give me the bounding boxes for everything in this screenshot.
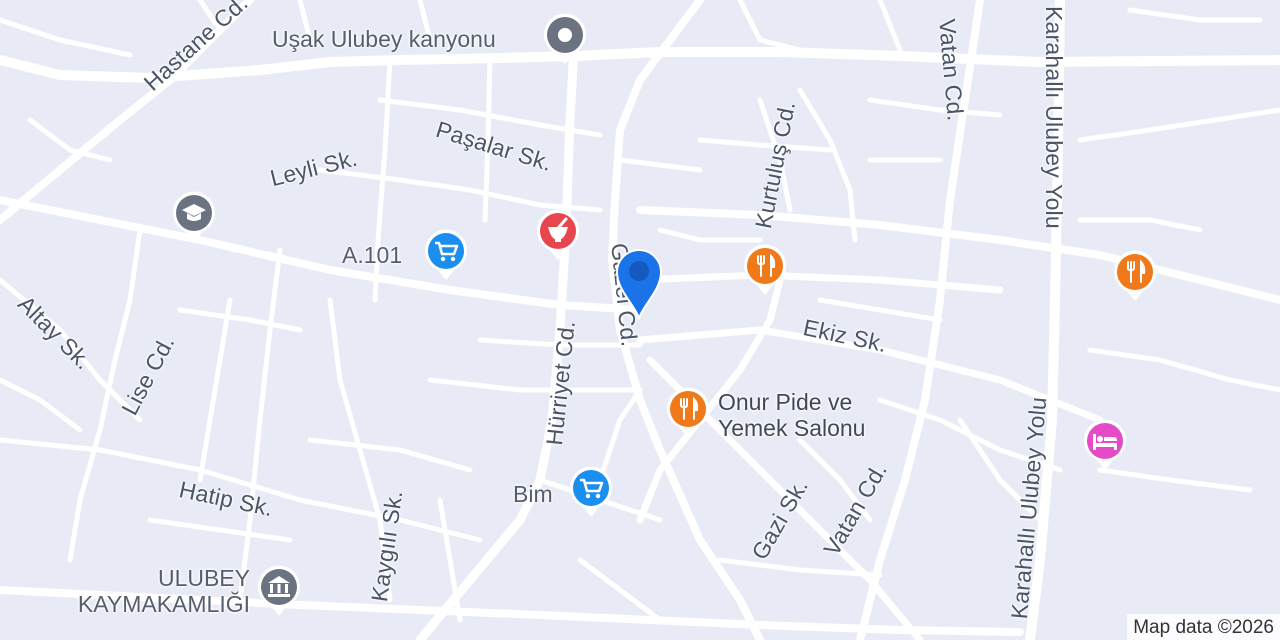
hotel-pin[interactable] bbox=[1082, 418, 1128, 472]
fork-knife-icon bbox=[1114, 250, 1156, 301]
fork-knife-icon bbox=[667, 387, 709, 438]
graduation-cap-icon bbox=[173, 191, 215, 242]
kaymakamlik-pin[interactable] bbox=[256, 564, 302, 618]
map-attribution: Map data ©2026 bbox=[1127, 614, 1280, 640]
onur-pide-label-line1: Onur Pide ve bbox=[718, 389, 853, 415]
restaurant-pin-2[interactable] bbox=[1112, 249, 1158, 303]
bed-icon bbox=[1084, 419, 1126, 470]
bim-label[interactable]: Bim bbox=[513, 481, 553, 507]
onur-pide-label[interactable]: Onur Pide ve Yemek Salonu bbox=[718, 389, 865, 441]
street-label-karahalli-top: Karahallı Ulubey Yolu bbox=[1041, 6, 1067, 229]
a101-pin[interactable] bbox=[423, 228, 469, 282]
mortar-pestle-icon bbox=[537, 209, 579, 260]
onur-pide-label-line2: Yemek Salonu bbox=[718, 415, 866, 441]
kaymakamlik-label-line2: KAYMAKAMLIĞI bbox=[77, 591, 250, 617]
kaymakamlik-label-line1: ULUBEY bbox=[157, 565, 250, 591]
government-building-icon bbox=[258, 565, 300, 616]
shopping-cart-icon bbox=[570, 466, 612, 517]
fork-knife-icon bbox=[744, 244, 786, 295]
restaurant-pin-1[interactable] bbox=[742, 243, 788, 297]
kanyon-label[interactable]: Uşak Ulubey kanyonu bbox=[272, 26, 496, 52]
bim-pin[interactable] bbox=[568, 465, 614, 519]
shopping-cart-icon bbox=[425, 229, 467, 280]
kaymakamlik-label[interactable]: ULUBEY KAYMAKAMLIĞI bbox=[44, 565, 250, 617]
current-location-marker[interactable] bbox=[614, 246, 664, 320]
kanyon-pin[interactable] bbox=[542, 12, 588, 66]
pharmacy-pin[interactable] bbox=[535, 208, 581, 262]
location-pin-icon bbox=[544, 13, 586, 65]
map-canvas[interactable]: Hastane Cd. Leyli Sk. Paşalar Sk. Altay … bbox=[0, 0, 1280, 640]
a101-label[interactable]: A.101 bbox=[342, 242, 402, 268]
onur-pide-pin[interactable] bbox=[665, 386, 711, 440]
location-marker-icon bbox=[615, 249, 663, 320]
school-pin[interactable] bbox=[171, 190, 217, 244]
